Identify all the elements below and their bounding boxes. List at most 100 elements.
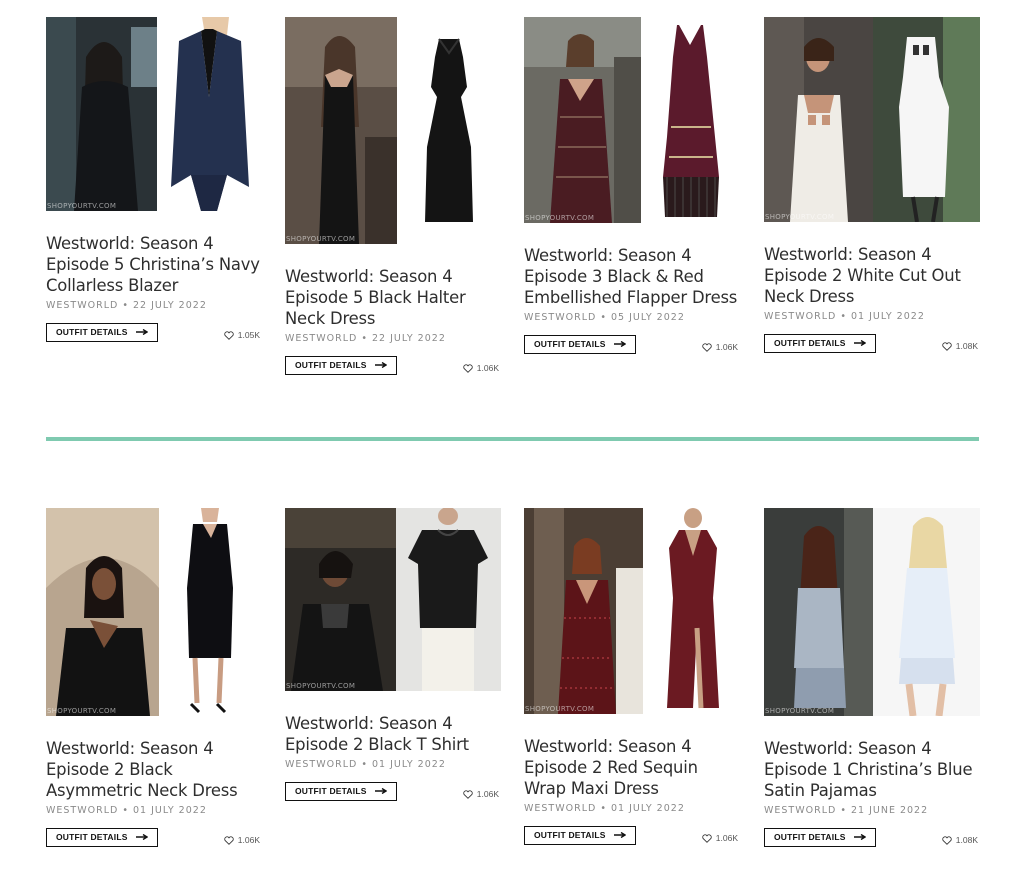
card-actions: OUTFIT DETAILS 1.06K [46, 826, 262, 848]
card-actions: OUTFIT DETAILS 1.05K [46, 321, 262, 343]
category-label[interactable]: WESTWORLD [285, 759, 357, 770]
card-title[interactable]: Westworld: Season 4 Episode 2 White Cut … [764, 244, 980, 307]
card-title[interactable]: Westworld: Season 4 Episode 1 Christina’… [764, 738, 980, 801]
like-counter[interactable]: 1.08K [942, 835, 978, 845]
heart-outline-icon [942, 835, 952, 845]
card-media[interactable]: SHOPYOURTV.COM [764, 508, 980, 716]
product-card: SHOPYOURTV.COM Westworld: Season 4 Episo… [285, 17, 501, 376]
watermark-text: SHOPYOURTV.COM [765, 213, 835, 221]
post-date: 22 JULY 2022 [371, 333, 446, 344]
scene-still-image[interactable]: SHOPYOURTV.COM [524, 17, 641, 223]
arrow-right-icon [135, 834, 148, 840]
post-date: 01 JULY 2022 [610, 803, 685, 814]
product-card: SHOPYOURTV.COM Westworld: Season 4 Episo… [46, 17, 262, 343]
like-count: 1.06K [715, 342, 738, 352]
scene-still-image[interactable]: SHOPYOURTV.COM [285, 508, 396, 691]
card-media[interactable]: SHOPYOURTV.COM [524, 17, 740, 223]
post-date: 01 JULY 2022 [850, 311, 925, 322]
product-image[interactable] [397, 17, 501, 244]
watermark-text: SHOPYOURTV.COM [525, 214, 595, 222]
outfit-details-button[interactable]: OUTFIT DETAILS [764, 333, 876, 353]
button-label: OUTFIT DETAILS [295, 786, 367, 796]
category-label[interactable]: WESTWORLD [46, 805, 118, 816]
category-label[interactable]: WESTWORLD [285, 333, 357, 344]
card-meta: WESTWORLD • 21 JUNE 2022 [764, 805, 929, 816]
outfit-details-button[interactable]: OUTFIT DETAILS [285, 355, 397, 375]
card-actions: OUTFIT DETAILS 1.06K [285, 354, 501, 376]
category-label[interactable]: WESTWORLD [764, 311, 836, 322]
like-count: 1.06K [715, 833, 738, 843]
button-label: OUTFIT DETAILS [774, 338, 846, 348]
product-image[interactable] [396, 508, 501, 691]
category-label[interactable]: WESTWORLD [524, 312, 596, 323]
like-count: 1.06K [476, 789, 499, 799]
scene-still-image[interactable]: SHOPYOURTV.COM [46, 508, 159, 716]
product-image[interactable] [641, 17, 740, 223]
scene-still-image[interactable]: SHOPYOURTV.COM [764, 17, 873, 222]
card-media[interactable]: SHOPYOURTV.COM [524, 508, 740, 714]
category-label[interactable]: WESTWORLD [46, 300, 118, 311]
post-date: 01 JULY 2022 [371, 759, 446, 770]
outfit-details-button[interactable]: OUTFIT DETAILS [524, 334, 636, 354]
outfit-details-button[interactable]: OUTFIT DETAILS [285, 781, 397, 801]
card-title[interactable]: Westworld: Season 4 Episode 2 Red Sequin… [524, 736, 740, 799]
outfit-details-button[interactable]: OUTFIT DETAILS [46, 827, 158, 847]
arrow-right-icon [135, 329, 148, 335]
product-image[interactable] [159, 508, 262, 716]
like-counter[interactable]: 1.06K [702, 833, 738, 843]
like-count: 1.06K [237, 835, 260, 845]
card-media[interactable]: SHOPYOURTV.COM [285, 508, 501, 691]
product-image[interactable] [643, 508, 740, 714]
watermark-text: SHOPYOURTV.COM [47, 707, 117, 715]
button-label: OUTFIT DETAILS [56, 832, 128, 842]
heart-outline-icon [942, 341, 952, 351]
arrow-right-icon [374, 362, 387, 368]
product-card: SHOPYOURTV.COM Westworld: Season 4 Episo… [46, 508, 262, 848]
like-counter[interactable]: 1.06K [463, 363, 499, 373]
card-meta: WESTWORLD • 01 JULY 2022 [524, 803, 685, 814]
category-label[interactable]: WESTWORLD [764, 805, 836, 816]
card-actions: OUTFIT DETAILS 1.06K [524, 824, 740, 846]
button-label: OUTFIT DETAILS [534, 339, 606, 349]
scene-still-image[interactable]: SHOPYOURTV.COM [524, 508, 643, 714]
card-title[interactable]: Westworld: Season 4 Episode 5 Black Halt… [285, 266, 501, 329]
post-date: 21 JUNE 2022 [850, 805, 929, 816]
outfit-details-button[interactable]: OUTFIT DETAILS [764, 827, 876, 847]
watermark-text: SHOPYOURTV.COM [765, 707, 835, 715]
product-card: SHOPYOURTV.COM Westworld: Season 4 Episo… [285, 508, 501, 802]
scene-still-image[interactable]: SHOPYOURTV.COM [764, 508, 873, 716]
outfit-details-button[interactable]: OUTFIT DETAILS [46, 322, 158, 342]
scene-still-image[interactable]: SHOPYOURTV.COM [285, 17, 397, 244]
heart-outline-icon [463, 789, 473, 799]
post-date: 22 JULY 2022 [132, 300, 207, 311]
card-title[interactable]: Westworld: Season 4 Episode 2 Black Asym… [46, 738, 262, 801]
card-actions: OUTFIT DETAILS 1.08K [764, 332, 980, 354]
button-label: OUTFIT DETAILS [56, 327, 128, 337]
section-divider [46, 437, 979, 441]
arrow-right-icon [853, 340, 866, 346]
card-title[interactable]: Westworld: Season 4 Episode 2 Black T Sh… [285, 713, 501, 755]
card-media[interactable]: SHOPYOURTV.COM [764, 17, 980, 222]
button-label: OUTFIT DETAILS [774, 832, 846, 842]
like-counter[interactable]: 1.06K [702, 342, 738, 352]
like-counter[interactable]: 1.06K [224, 835, 260, 845]
product-card: SHOPYOURTV.COM Westworld: Season 4 Episo… [764, 508, 980, 848]
scene-still-image[interactable]: SHOPYOURTV.COM [46, 17, 157, 211]
like-counter[interactable]: 1.06K [463, 789, 499, 799]
card-title[interactable]: Westworld: Season 4 Episode 5 Christina’… [46, 233, 262, 296]
card-media[interactable]: SHOPYOURTV.COM [46, 17, 262, 211]
card-media[interactable]: SHOPYOURTV.COM [285, 17, 501, 244]
card-meta: WESTWORLD • 05 JULY 2022 [524, 312, 685, 323]
product-image[interactable] [873, 17, 980, 222]
card-title[interactable]: Westworld: Season 4 Episode 3 Black & Re… [524, 245, 740, 308]
outfit-details-button[interactable]: OUTFIT DETAILS [524, 825, 636, 845]
product-image[interactable] [873, 508, 980, 716]
like-count: 1.05K [237, 330, 260, 340]
card-media[interactable]: SHOPYOURTV.COM [46, 508, 262, 716]
category-label[interactable]: WESTWORLD [524, 803, 596, 814]
card-meta: WESTWORLD • 01 JULY 2022 [764, 311, 925, 322]
like-counter[interactable]: 1.05K [224, 330, 260, 340]
button-label: OUTFIT DETAILS [534, 830, 606, 840]
product-image[interactable] [157, 17, 262, 211]
like-counter[interactable]: 1.08K [942, 341, 978, 351]
